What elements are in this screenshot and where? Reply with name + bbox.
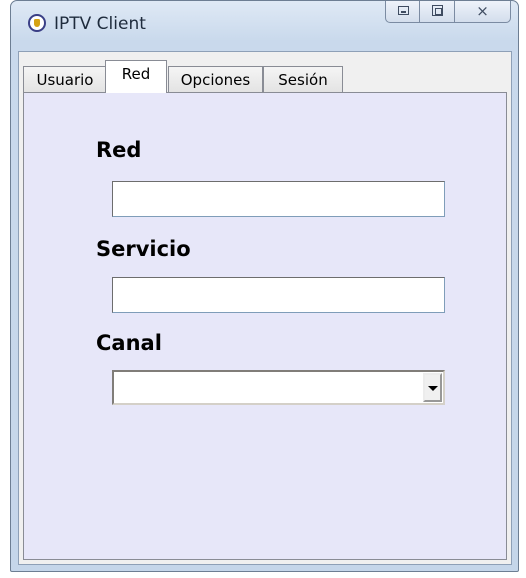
red-label: Red (96, 138, 142, 162)
minimize-icon (398, 6, 409, 15)
tab-usuario[interactable]: Usuario (23, 66, 107, 92)
window-title: IPTV Client (54, 14, 146, 34)
close-button[interactable]: ⨯ (455, 1, 511, 23)
dropdown-arrow-icon[interactable] (423, 373, 442, 402)
tab-opciones[interactable]: Opciones (168, 66, 263, 92)
minimize-button[interactable] (385, 1, 420, 23)
tab-strip: Usuario Red Opciones Sesión (23, 60, 503, 93)
window-controls: ⨯ (385, 1, 511, 23)
servicio-label: Servicio (96, 237, 191, 261)
tab-sesion[interactable]: Sesión (263, 66, 343, 92)
servicio-input[interactable] (112, 277, 445, 313)
title-bar[interactable]: IPTV Client ⨯ (11, 1, 518, 51)
app-window: IPTV Client ⨯ Usuario Red Opciones Sesió… (10, 0, 519, 572)
maximize-button[interactable] (420, 1, 455, 23)
close-icon: ⨯ (476, 3, 489, 20)
tab-red[interactable]: Red (105, 60, 167, 93)
canal-select[interactable] (112, 370, 445, 405)
client-area: Usuario Red Opciones Sesión Red Servicio… (18, 51, 512, 565)
tab-panel-red: Red Servicio Canal (23, 92, 507, 560)
red-input[interactable] (112, 181, 445, 217)
restore-icon (432, 5, 443, 16)
canal-label: Canal (96, 331, 162, 355)
app-icon (28, 14, 46, 32)
